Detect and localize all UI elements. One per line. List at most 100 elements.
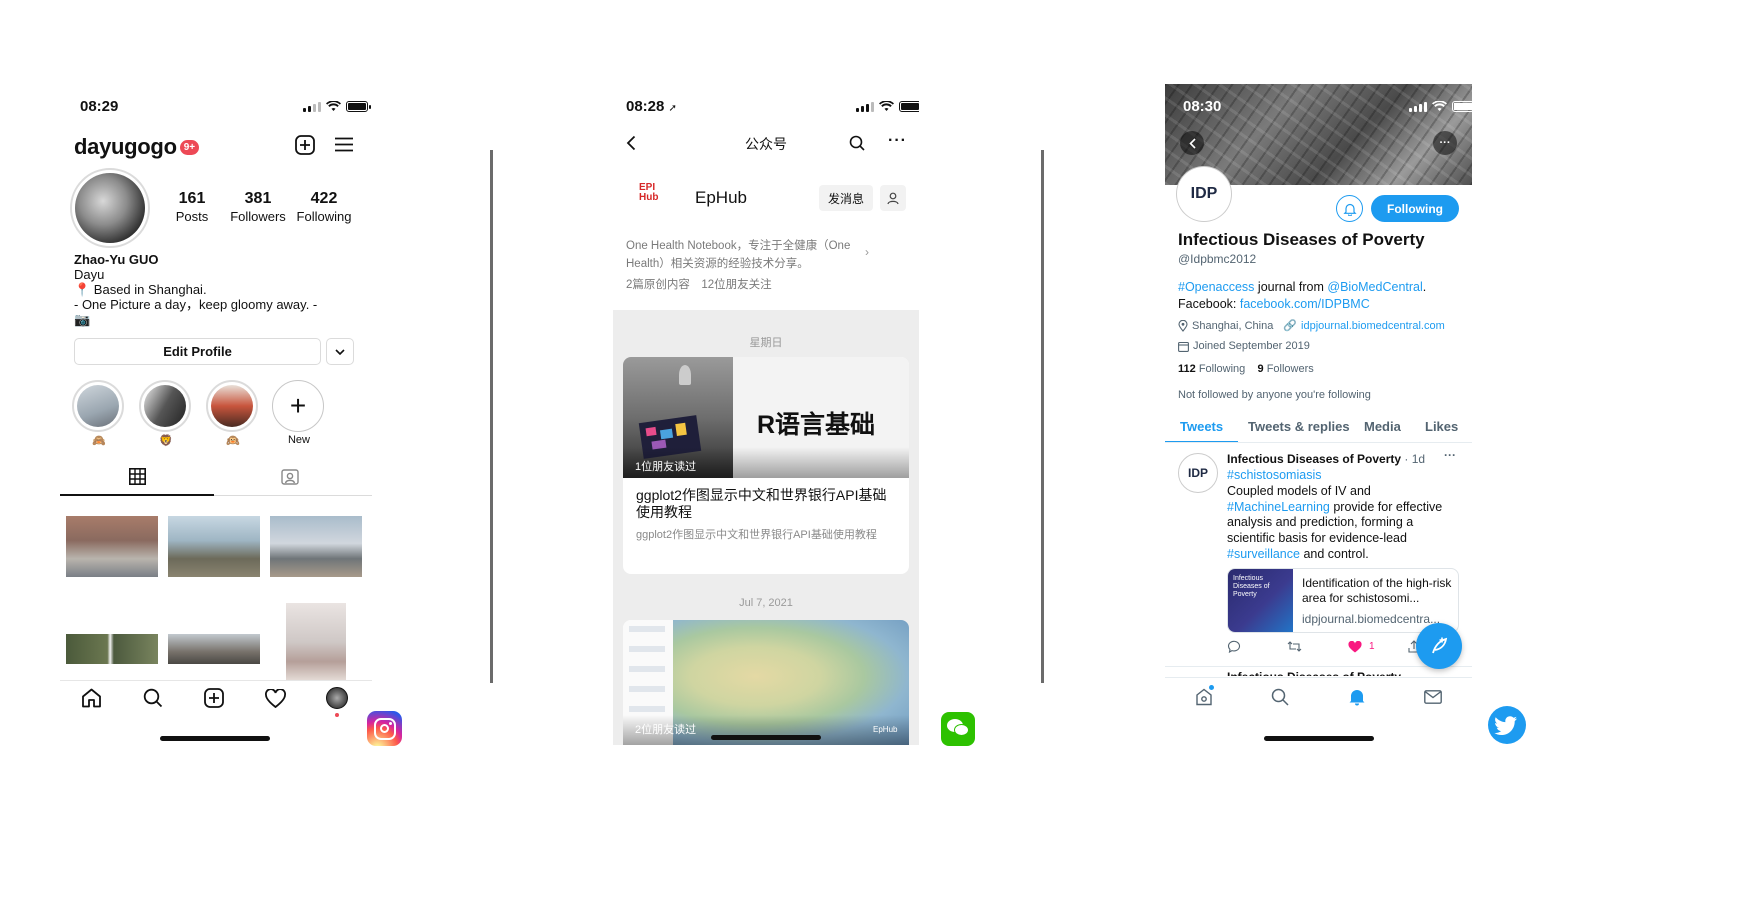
reply-icon[interactable] — [1227, 640, 1241, 653]
banner-text: R语言基础 — [757, 411, 876, 439]
tweet-divider — [1165, 666, 1472, 667]
menu-icon[interactable] — [335, 137, 353, 152]
liked-heart-icon[interactable] — [1348, 641, 1362, 653]
home-notification-dot — [1209, 685, 1214, 690]
tweet-line: and control. — [1299, 546, 1369, 561]
following-count-link[interactable]: 112 Following — [1178, 363, 1245, 375]
following-count: 112 — [1178, 363, 1196, 375]
following-label: Following — [1198, 363, 1246, 375]
account-name: EpHub — [695, 188, 747, 207]
notifications-toggle[interactable] — [1336, 195, 1363, 222]
username-row[interactable]: dayugogo 9+ — [74, 134, 200, 160]
search-icon[interactable] — [143, 688, 163, 708]
tab-tweets[interactable]: Tweets — [1180, 419, 1223, 434]
wechat-logo — [941, 712, 975, 746]
post-thumbnail[interactable] — [168, 516, 260, 577]
messages-icon[interactable] — [1424, 690, 1442, 704]
website-link[interactable]: idpjournal.biomedcentral.com — [1301, 320, 1445, 332]
back-button[interactable] — [1180, 131, 1204, 155]
joined-date: Joined September 2019 — [1193, 340, 1310, 352]
battery-icon — [1452, 101, 1472, 112]
link-card-title: Identification of the high-risk area for… — [1302, 576, 1452, 605]
suggestions-dropdown-button[interactable] — [326, 338, 354, 365]
bell-plus-icon — [1342, 203, 1357, 216]
tweet-header: Infectious Diseases of Poverty · 1d — [1227, 452, 1425, 466]
highlight-item[interactable]: 🙈 — [72, 380, 126, 447]
bio-link[interactable]: facebook.com/IDPBMC — [1240, 297, 1370, 311]
bio-line: Dayu — [74, 267, 105, 282]
status-time: 08:28 ➚ — [626, 98, 677, 115]
highlight-item[interactable]: 🦁 — [139, 380, 193, 447]
instagram-logo — [367, 711, 402, 746]
post-thumbnail[interactable] — [270, 516, 362, 577]
handle: @Idpbmc2012 — [1178, 252, 1257, 266]
tweet-age: · 1d — [1404, 452, 1426, 466]
stat-value: 422 — [310, 190, 338, 207]
tab-media[interactable]: Media — [1364, 419, 1401, 434]
tweet-avatar[interactable]: IDP — [1178, 453, 1218, 493]
compose-tweet-button[interactable] — [1416, 623, 1462, 669]
stat-followers[interactable]: 381 Followers — [230, 190, 286, 226]
link-card-thumbnail: Infectious Diseases of Poverty — [1228, 569, 1293, 632]
more-button[interactable]: ··· — [1433, 131, 1457, 155]
home-icon[interactable] — [1195, 688, 1213, 706]
tweet-hashtag[interactable]: #surveillance — [1227, 547, 1300, 561]
not-followed-note: Not followed by anyone you're following — [1178, 389, 1371, 401]
account-description[interactable]: One Health Notebook，专注于全健康（One Health）相关… — [626, 237, 866, 273]
tweet-hashtag[interactable]: #schistosomiasis — [1227, 468, 1321, 482]
highlight-item[interactable]: 🙉 — [206, 380, 260, 447]
add-icon[interactable] — [204, 688, 224, 708]
retweet-icon[interactable] — [1287, 641, 1302, 652]
tweet-author[interactable]: Infectious Diseases of Poverty — [1227, 452, 1401, 466]
heart-icon[interactable] — [265, 689, 286, 708]
wifi-icon — [326, 101, 341, 111]
chevron-right-icon[interactable]: › — [865, 245, 869, 259]
stat-following[interactable]: 422 Following — [296, 190, 352, 226]
new-highlight-button[interactable]: + New — [272, 380, 326, 446]
article-banner: R语言基础 1位朋友读过 — [623, 357, 909, 478]
article-title: ggplot2作图显示中文和世界银行API基础使用教程 — [636, 487, 887, 520]
bio-mention[interactable]: @BioMedCentral — [1327, 280, 1422, 294]
twitter-screen: 08:30 ··· IDP Following Infectious Disea… — [1165, 84, 1472, 745]
bio-line: 📷 — [74, 312, 91, 327]
bio-text: . — [1422, 280, 1427, 294]
bio: #Openaccess journal from @BioMedCentral.… — [1178, 279, 1463, 313]
more-icon[interactable]: ··· — [888, 132, 907, 150]
follow-user-button[interactable] — [880, 185, 906, 211]
stat-posts[interactable]: 161 Posts — [172, 190, 212, 226]
post-thumbnail[interactable] — [286, 603, 346, 681]
post-thumbnail[interactable] — [168, 634, 260, 664]
article-readers: 2位朋友读过 — [635, 724, 697, 736]
tab-likes[interactable]: Likes — [1425, 419, 1458, 434]
notifications-icon[interactable] — [1349, 688, 1365, 706]
activity-dot — [335, 713, 339, 717]
notification-badge: 9+ — [179, 139, 200, 155]
highlight-label: 🦁 — [159, 435, 173, 447]
grid-icon[interactable] — [129, 468, 146, 485]
post-thumbnail[interactable] — [66, 634, 158, 664]
profile-avatar[interactable] — [70, 168, 150, 248]
logo-text: EPI Hub — [639, 182, 659, 203]
search-icon[interactable] — [849, 135, 865, 151]
tweet-hashtag[interactable]: #MachineLearning — [1227, 500, 1330, 514]
link-card[interactable]: Infectious Diseases of Poverty Identific… — [1227, 568, 1459, 633]
twitter-logo — [1488, 706, 1526, 744]
tab-tweets-replies[interactable]: Tweets & replies — [1248, 419, 1350, 434]
edit-profile-button[interactable]: Edit Profile — [74, 338, 321, 365]
search-icon[interactable] — [1271, 688, 1289, 706]
tweet-more-icon[interactable]: ··· — [1444, 448, 1456, 462]
home-icon[interactable] — [81, 688, 102, 708]
tagged-icon[interactable] — [281, 468, 299, 485]
following-button[interactable]: Following — [1371, 195, 1459, 222]
home-indicator — [160, 736, 270, 741]
profile-tab-avatar[interactable] — [326, 687, 348, 709]
article-card[interactable]: R语言基础 1位朋友读过 ggplot2作图显示中文和世界银行API基础使用教程… — [623, 357, 909, 574]
send-message-button[interactable]: 发消息 — [819, 185, 873, 211]
profile-avatar[interactable]: IDP — [1177, 167, 1231, 221]
bio-hashtag[interactable]: #Openaccess — [1178, 280, 1254, 294]
joined-row: Joined September 2019 — [1178, 340, 1310, 352]
article-card[interactable]: 2位朋友读过 EpHub — [623, 620, 909, 745]
post-thumbnail[interactable] — [66, 516, 158, 577]
new-post-icon[interactable] — [295, 135, 315, 155]
followers-count-link[interactable]: 9 Followers — [1258, 363, 1314, 375]
